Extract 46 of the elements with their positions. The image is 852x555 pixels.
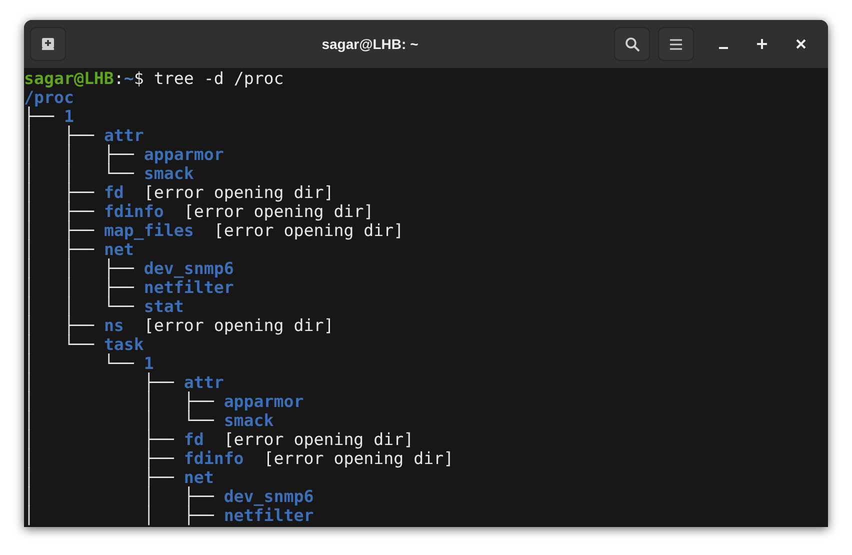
directory-name: 1 (144, 354, 154, 373)
directory-name: apparmor (144, 145, 224, 164)
directory-name: ns (104, 316, 124, 335)
directory-name: stat (144, 297, 184, 316)
error-message: [error opening dir] (264, 449, 454, 468)
prompt-path: ~ (124, 69, 134, 88)
directory-name: dev_snmp6 (224, 487, 314, 506)
menu-button[interactable] (658, 27, 694, 61)
directory-name: net (104, 240, 134, 259)
directory-name: fd (104, 183, 124, 202)
directory-name: smack (224, 411, 274, 430)
directory-name: fdinfo (184, 449, 244, 468)
directory-name: task (104, 335, 144, 354)
error-message: [error opening dir] (144, 183, 334, 202)
directory-name: fd (184, 430, 204, 449)
search-icon (624, 36, 640, 52)
directory-name: attr (104, 126, 144, 145)
directory-name: apparmor (224, 392, 304, 411)
error-message: [error opening dir] (144, 316, 334, 335)
prompt-symbol: $ (134, 69, 144, 88)
prompt-user-host: sagar@LHB (24, 69, 114, 88)
new-tab-button[interactable] (30, 27, 66, 61)
directory-name: netfilter (144, 278, 234, 297)
new-tab-icon (41, 37, 55, 51)
prompt-separator: : (114, 69, 124, 88)
minimize-icon (718, 46, 728, 48)
menu-icon (670, 38, 682, 50)
directory-name: smack (144, 164, 194, 183)
directory-name: /proc (24, 88, 74, 107)
directory-name: map_files (104, 221, 194, 240)
window-title: sagar@LHB: ~ (322, 34, 418, 54)
plus-icon (757, 39, 767, 49)
directory-name: netfilter (224, 506, 314, 525)
directory-name: 1 (64, 107, 74, 126)
directory-name: net (184, 468, 214, 487)
directory-name: fdinfo (104, 202, 164, 221)
tree-branch: ├── (24, 107, 56, 126)
error-message: [error opening dir] (214, 221, 404, 240)
command-text: tree -d /proc (152, 69, 284, 88)
search-button[interactable] (614, 27, 650, 61)
error-message: [error opening dir] (184, 202, 374, 221)
directory-name: dev_snmp6 (144, 259, 234, 278)
close-icon (796, 39, 806, 49)
error-message: [error opening dir] (224, 430, 414, 449)
tree-branch: │ │ ├── (24, 506, 215, 525)
directory-name: attr (184, 373, 224, 392)
